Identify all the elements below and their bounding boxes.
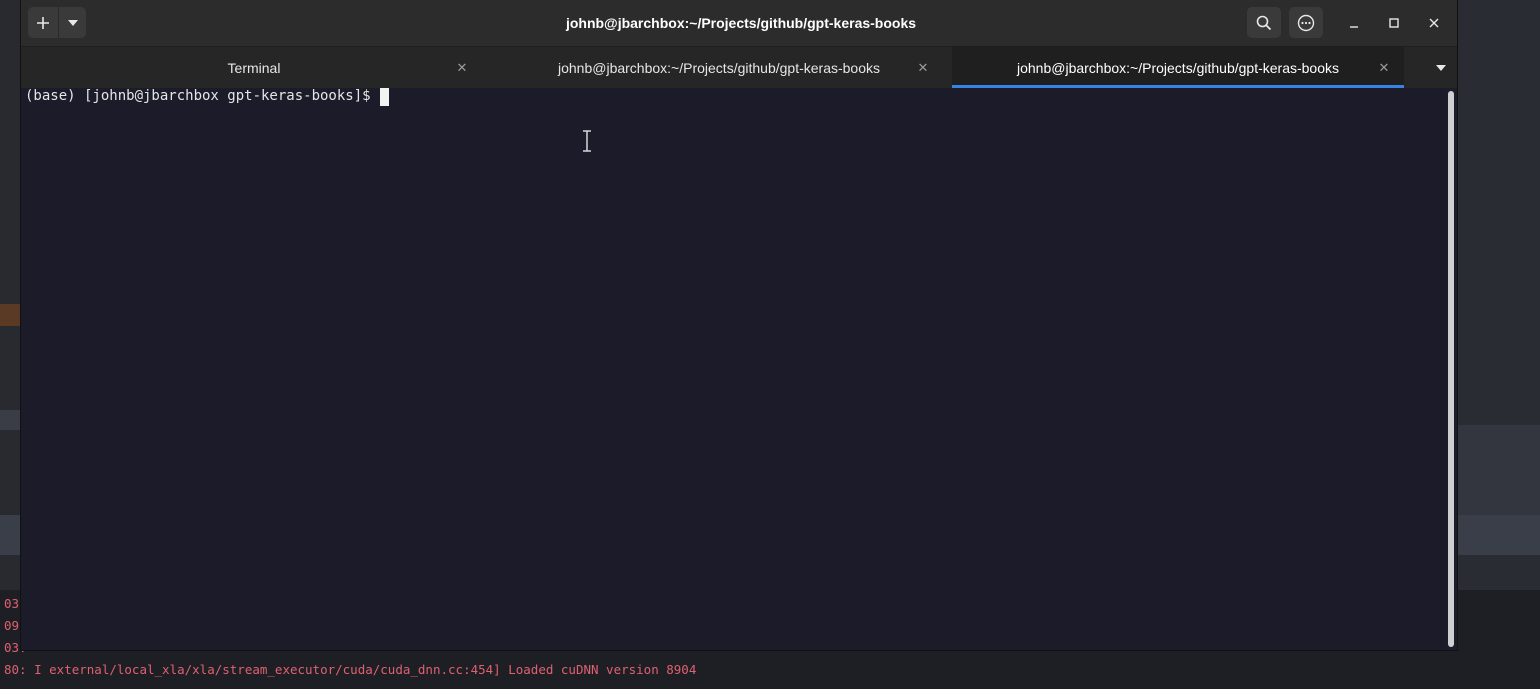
tab-project-2[interactable]: johnb@jbarchbox:~/Projects/github/gpt-ke… <box>952 47 1404 88</box>
tab-project-1[interactable]: johnb@jbarchbox:~/Projects/github/gpt-ke… <box>487 47 951 88</box>
text-cursor <box>380 88 390 106</box>
window-title: johnb@jbarchbox:~/Projects/github/gpt-ke… <box>565 15 917 31</box>
new-tab-menu-button[interactable] <box>59 7 86 38</box>
terminal-prompt: (base) [johnb@jbarchbox gpt-keras-books]… <box>25 88 390 106</box>
close-tab-button[interactable]: ✕ <box>454 60 470 76</box>
ibeam-cursor-icon <box>583 130 591 152</box>
scrollbar[interactable] <box>1445 88 1457 650</box>
tab-label: Terminal <box>227 59 281 76</box>
more-horizontal-icon <box>1297 14 1315 31</box>
minimize-button[interactable] <box>1339 8 1369 38</box>
close-tab-button[interactable]: ✕ <box>1376 60 1392 76</box>
log-line: 03 <box>4 596 20 611</box>
close-window-button[interactable] <box>1419 8 1449 38</box>
terminal-window: johnb@jbarchbox:~/Projects/github/gpt-ke… <box>21 0 1457 650</box>
plus-icon <box>37 16 50 29</box>
new-tab-button[interactable] <box>28 7 60 38</box>
prompt-text: (base) [johnb@jbarchbox gpt-keras-books]… <box>25 88 380 104</box>
close-tab-button[interactable]: ✕ <box>915 60 931 76</box>
background-band <box>0 410 20 430</box>
tab-bar: Terminal ✕ johnb@jbarchbox:~/Projects/gi… <box>21 47 1457 88</box>
tab-overflow-button[interactable] <box>1425 47 1457 88</box>
log-line: 80: I external/local_xla/xla/stream_exec… <box>4 662 697 677</box>
scrollbar-thumb[interactable] <box>1448 91 1454 647</box>
background-highlight <box>0 304 20 326</box>
search-icon <box>1256 15 1272 30</box>
new-tab-group <box>28 7 86 38</box>
chevron-down-icon <box>67 19 78 26</box>
tab-terminal[interactable]: Terminal ✕ <box>21 47 487 88</box>
maximize-icon <box>1389 18 1399 28</box>
maximize-button[interactable] <box>1379 8 1409 38</box>
close-icon <box>1429 18 1439 28</box>
search-button[interactable] <box>1247 7 1281 38</box>
menu-button[interactable] <box>1289 7 1323 38</box>
log-line: 09 <box>4 618 20 633</box>
minimize-icon <box>1350 26 1358 28</box>
terminal-area[interactable]: (base) [johnb@jbarchbox gpt-keras-books]… <box>21 88 1445 650</box>
tab-label: johnb@jbarchbox:~/Projects/github/gpt-ke… <box>558 59 880 76</box>
tab-label: johnb@jbarchbox:~/Projects/github/gpt-ke… <box>1017 59 1339 76</box>
titlebar: johnb@jbarchbox:~/Projects/github/gpt-ke… <box>21 0 1457 47</box>
chevron-down-icon <box>1436 64 1446 71</box>
